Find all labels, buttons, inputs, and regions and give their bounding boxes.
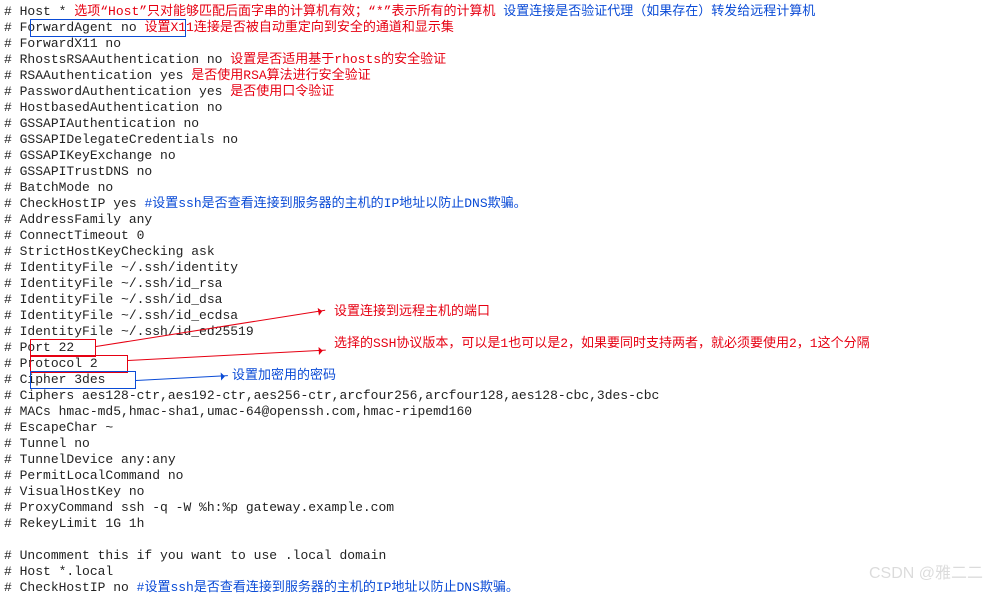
config-line: # Ciphers aes128-ctr,aes192-ctr,aes256-c…: [4, 388, 985, 404]
config-line: # Host *.local: [4, 564, 985, 580]
annotation-x11: 设置X11连接是否被自动重定向到安全的通道和显示集: [144, 20, 453, 35]
config-line: # EscapeChar ~: [4, 420, 985, 436]
config-line: # AddressFamily any: [4, 212, 985, 228]
config-line: # RhostsRSAAuthentication no 设置是否适用基于rho…: [4, 52, 985, 68]
config-line: # VisualHostKey no: [4, 484, 985, 500]
annotation-password: 是否使用口令验证: [230, 84, 334, 99]
config-line: # IdentityFile ~/.ssh/id_rsa: [4, 276, 985, 292]
config-line: # PermitLocalCommand no: [4, 468, 985, 484]
annotation-checkhostip: #设置ssh是否查看连接到服务器的主机的IP地址以防止DNS欺骗。: [144, 196, 526, 211]
config-line: # Host * 选项“Host”只对能够匹配后面字串的计算机有效；“*”表示所…: [4, 4, 985, 20]
config-line: # PasswordAuthentication yes 是否使用口令验证: [4, 84, 985, 100]
config-line: # GSSAPIAuthentication no: [4, 116, 985, 132]
config-line: # GSSAPIKeyExchange no: [4, 148, 985, 164]
config-line: # Tunnel no: [4, 436, 985, 452]
config-line: # ProxyCommand ssh -q -W %h:%p gateway.e…: [4, 500, 985, 516]
config-line: # RSAAuthentication yes 是否使用RSA算法进行安全验证: [4, 68, 985, 84]
config-line: # TunnelDevice any:any: [4, 452, 985, 468]
config-line: # CheckHostIP yes #设置ssh是否查看连接到服务器的主机的IP…: [4, 196, 985, 212]
blank-line: [4, 532, 985, 548]
config-line: # ForwardX11 no: [4, 36, 985, 52]
annotation-cipher: 设置加密用的密码: [232, 368, 336, 384]
config-line: # StrictHostKeyChecking ask: [4, 244, 985, 260]
annotation-rsa: 是否使用RSA算法进行安全验证: [191, 68, 370, 83]
config-line: # ConnectTimeout 0: [4, 228, 985, 244]
config-line: # BatchMode no: [4, 180, 985, 196]
config-line: # Cipher 3des: [4, 372, 985, 388]
config-line: # Protocol 2: [4, 356, 985, 372]
config-line: # RekeyLimit 1G 1h: [4, 516, 985, 532]
annotation-checkhostip-2: #设置ssh是否查看连接到服务器的主机的IP地址以防止DNS欺骗。: [137, 580, 519, 595]
config-line: # ForwardAgent no 设置X11连接是否被自动重定向到安全的通道和…: [4, 20, 985, 36]
annotation-protocol: 选择的SSH协议版本，可以是1也可以是2，如果要同时支持两者，就必须要使用2，1…: [334, 336, 870, 352]
annotation-rhosts: 设置是否适用基于rhosts的安全验证: [230, 52, 446, 67]
config-line: # HostbasedAuthentication no: [4, 100, 985, 116]
annotation-port: 设置连接到远程主机的端口: [334, 304, 490, 320]
config-line: # GSSAPITrustDNS no: [4, 164, 985, 180]
config-line: # IdentityFile ~/.ssh/id_ecdsa: [4, 308, 985, 324]
config-line: # CheckHostIP no #设置ssh是否查看连接到服务器的主机的IP地…: [4, 580, 985, 596]
config-line: # MACs hmac-md5,hmac-sha1,umac-64@openss…: [4, 404, 985, 420]
annotation-host: 选项“Host”只对能够匹配后面字串的计算机有效；“*”表示所有的计算机: [74, 4, 495, 19]
config-line: # GSSAPIDelegateCredentials no: [4, 132, 985, 148]
annotation-forwardagent: 设置连接是否验证代理（如果存在）转发给远程计算机: [503, 4, 815, 19]
config-line: # IdentityFile ~/.ssh/identity: [4, 260, 985, 276]
config-line: # IdentityFile ~/.ssh/id_dsa: [4, 292, 985, 308]
config-line: # Uncomment this if you want to use .loc…: [4, 548, 985, 564]
